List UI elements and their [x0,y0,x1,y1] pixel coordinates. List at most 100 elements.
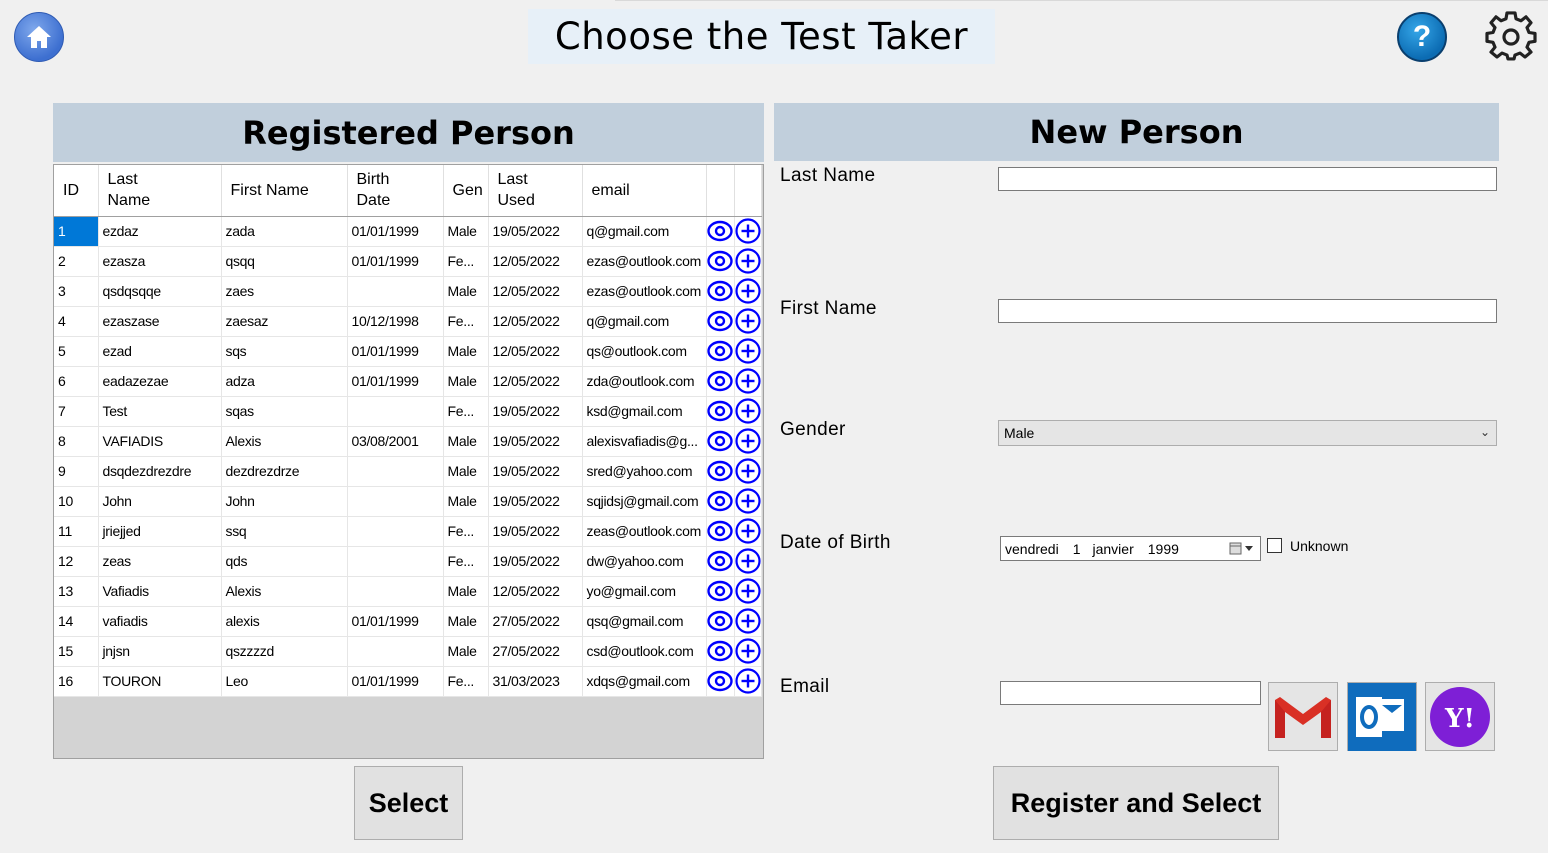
cell-used[interactable]: 12/05/2022 [488,276,583,307]
cell-gen[interactable]: Fe... [443,546,489,577]
column-header[interactable]: email [582,165,707,217]
plus-circle-icon[interactable] [734,518,760,544]
add-cell[interactable] [734,246,762,277]
cell-id[interactable]: 15 [54,636,99,667]
table-row[interactable]: 12 zeas qds Fe... 19/05/2022 dw@yahoo.com [54,546,762,577]
cell-used[interactable]: 12/05/2022 [488,246,583,277]
cell-email[interactable]: sred@yahoo.com [582,456,707,487]
plus-circle-icon[interactable] [734,218,760,244]
cell-first[interactable]: Leo [221,666,348,697]
add-cell[interactable] [734,636,762,667]
cell-first[interactable]: zaesaz [221,306,348,337]
cell-birth[interactable]: 03/08/2001 [347,426,444,457]
view-cell[interactable] [706,456,735,487]
cell-last[interactable]: ezaszase [98,306,222,337]
cell-first[interactable]: ssq [221,516,348,547]
cell-birth[interactable] [347,576,444,607]
cell-email[interactable]: xdqs@gmail.com [582,666,707,697]
select-button[interactable]: Select [354,766,463,840]
table-row[interactable]: 11 jriejjed ssq Fe... 19/05/2022 zeas@outlook… [54,516,762,547]
add-cell[interactable] [734,336,762,367]
cell-gen[interactable]: Male [443,426,489,457]
cell-used[interactable]: 31/03/2023 [488,666,583,697]
cell-used[interactable]: 19/05/2022 [488,396,583,427]
add-cell[interactable] [734,576,762,607]
cell-first[interactable]: adza [221,366,348,397]
cell-last[interactable]: jriejjed [98,516,222,547]
table-row[interactable]: 1 ezdaz zada 01/01/1999 Male 19/05/2022 q@gmai… [54,216,762,247]
eye-icon[interactable] [707,428,733,454]
view-cell[interactable] [706,636,735,667]
add-cell[interactable] [734,426,762,457]
cell-email[interactable]: q@gmail.com [582,216,707,247]
cell-first[interactable]: alexis [221,606,348,637]
cell-last[interactable]: ezdaz [98,216,222,247]
cell-used[interactable]: 27/05/2022 [488,636,583,667]
registered-person-grid[interactable]: ID Last Name First Name Birth Date Gen Last U… [53,164,764,759]
gmail-button[interactable] [1268,682,1338,751]
view-cell[interactable] [706,336,735,367]
cell-gen[interactable]: Male [443,576,489,607]
view-cell[interactable] [706,546,735,577]
plus-circle-icon[interactable] [734,638,760,664]
table-row[interactable]: 5 ezad sqs 01/01/1999 Male 12/05/2022 qs@outlo… [54,336,762,367]
table-row[interactable]: 9 dsqdezdrezdre dezdrezdrze Male 19/05/2022 s… [54,456,762,487]
cell-email[interactable]: zda@outlook.com [582,366,707,397]
plus-circle-icon[interactable] [734,668,760,694]
cell-gen[interactable]: Fe... [443,516,489,547]
cell-last[interactable]: eadazezae [98,366,222,397]
table-row[interactable]: 7 Test sqas Fe... 19/05/2022 ksd@gmail.com [54,396,762,427]
cell-used[interactable]: 12/05/2022 [488,366,583,397]
view-cell[interactable] [706,276,735,307]
column-header[interactable]: First Name [221,165,348,217]
cell-birth[interactable]: 10/12/1998 [347,306,444,337]
cell-email[interactable]: yo@gmail.com [582,576,707,607]
plus-circle-icon[interactable] [734,428,760,454]
first-name-input[interactable] [998,299,1497,323]
cell-birth[interactable] [347,516,444,547]
cell-used[interactable]: 12/05/2022 [488,336,583,367]
cell-last[interactable]: TOURON [98,666,222,697]
cell-email[interactable]: ezas@outlook.com [582,246,707,277]
cell-birth[interactable] [347,396,444,427]
cell-first[interactable]: zaes [221,276,348,307]
plus-circle-icon[interactable] [734,308,760,334]
plus-circle-icon[interactable] [734,578,760,604]
eye-icon[interactable] [707,278,733,304]
view-cell[interactable] [706,426,735,457]
cell-id[interactable]: 10 [54,486,99,517]
plus-circle-icon[interactable] [734,398,760,424]
cell-used[interactable]: 19/05/2022 [488,546,583,577]
view-cell[interactable] [706,486,735,517]
cell-gen[interactable]: Male [443,486,489,517]
home-button[interactable] [14,12,64,62]
cell-email[interactable]: dw@yahoo.com [582,546,707,577]
yahoo-button[interactable]: Y! [1425,682,1495,751]
plus-circle-icon[interactable] [734,608,760,634]
cell-birth[interactable] [347,456,444,487]
eye-icon[interactable] [707,218,733,244]
cell-last[interactable]: Test [98,396,222,427]
cell-last[interactable]: ezasza [98,246,222,277]
column-header[interactable]: Last Used [488,165,583,217]
cell-used[interactable]: 12/05/2022 [488,306,583,337]
settings-button[interactable] [1485,11,1537,63]
cell-email[interactable]: sqjidsj@gmail.com [582,486,707,517]
cell-id[interactable]: 5 [54,336,99,367]
view-cell[interactable] [706,306,735,337]
cell-first[interactable]: sqs [221,336,348,367]
cell-gen[interactable]: Male [443,216,489,247]
cell-email[interactable]: ksd@gmail.com [582,396,707,427]
cell-birth[interactable]: 01/01/1999 [347,336,444,367]
cell-email[interactable]: ezas@outlook.com [582,276,707,307]
cell-first[interactable]: qszzzzd [221,636,348,667]
gender-select[interactable]: Male ⌄ [998,420,1497,446]
plus-circle-icon[interactable] [734,338,760,364]
table-row[interactable]: 14 vafiadis alexis 01/01/1999 Male 27/05/2022… [54,606,762,637]
cell-first[interactable]: zada [221,216,348,247]
cell-used[interactable]: 19/05/2022 [488,516,583,547]
cell-first[interactable]: dezdrezdrze [221,456,348,487]
cell-email[interactable]: q@gmail.com [582,306,707,337]
add-cell[interactable] [734,666,762,697]
eye-icon[interactable] [707,338,733,364]
